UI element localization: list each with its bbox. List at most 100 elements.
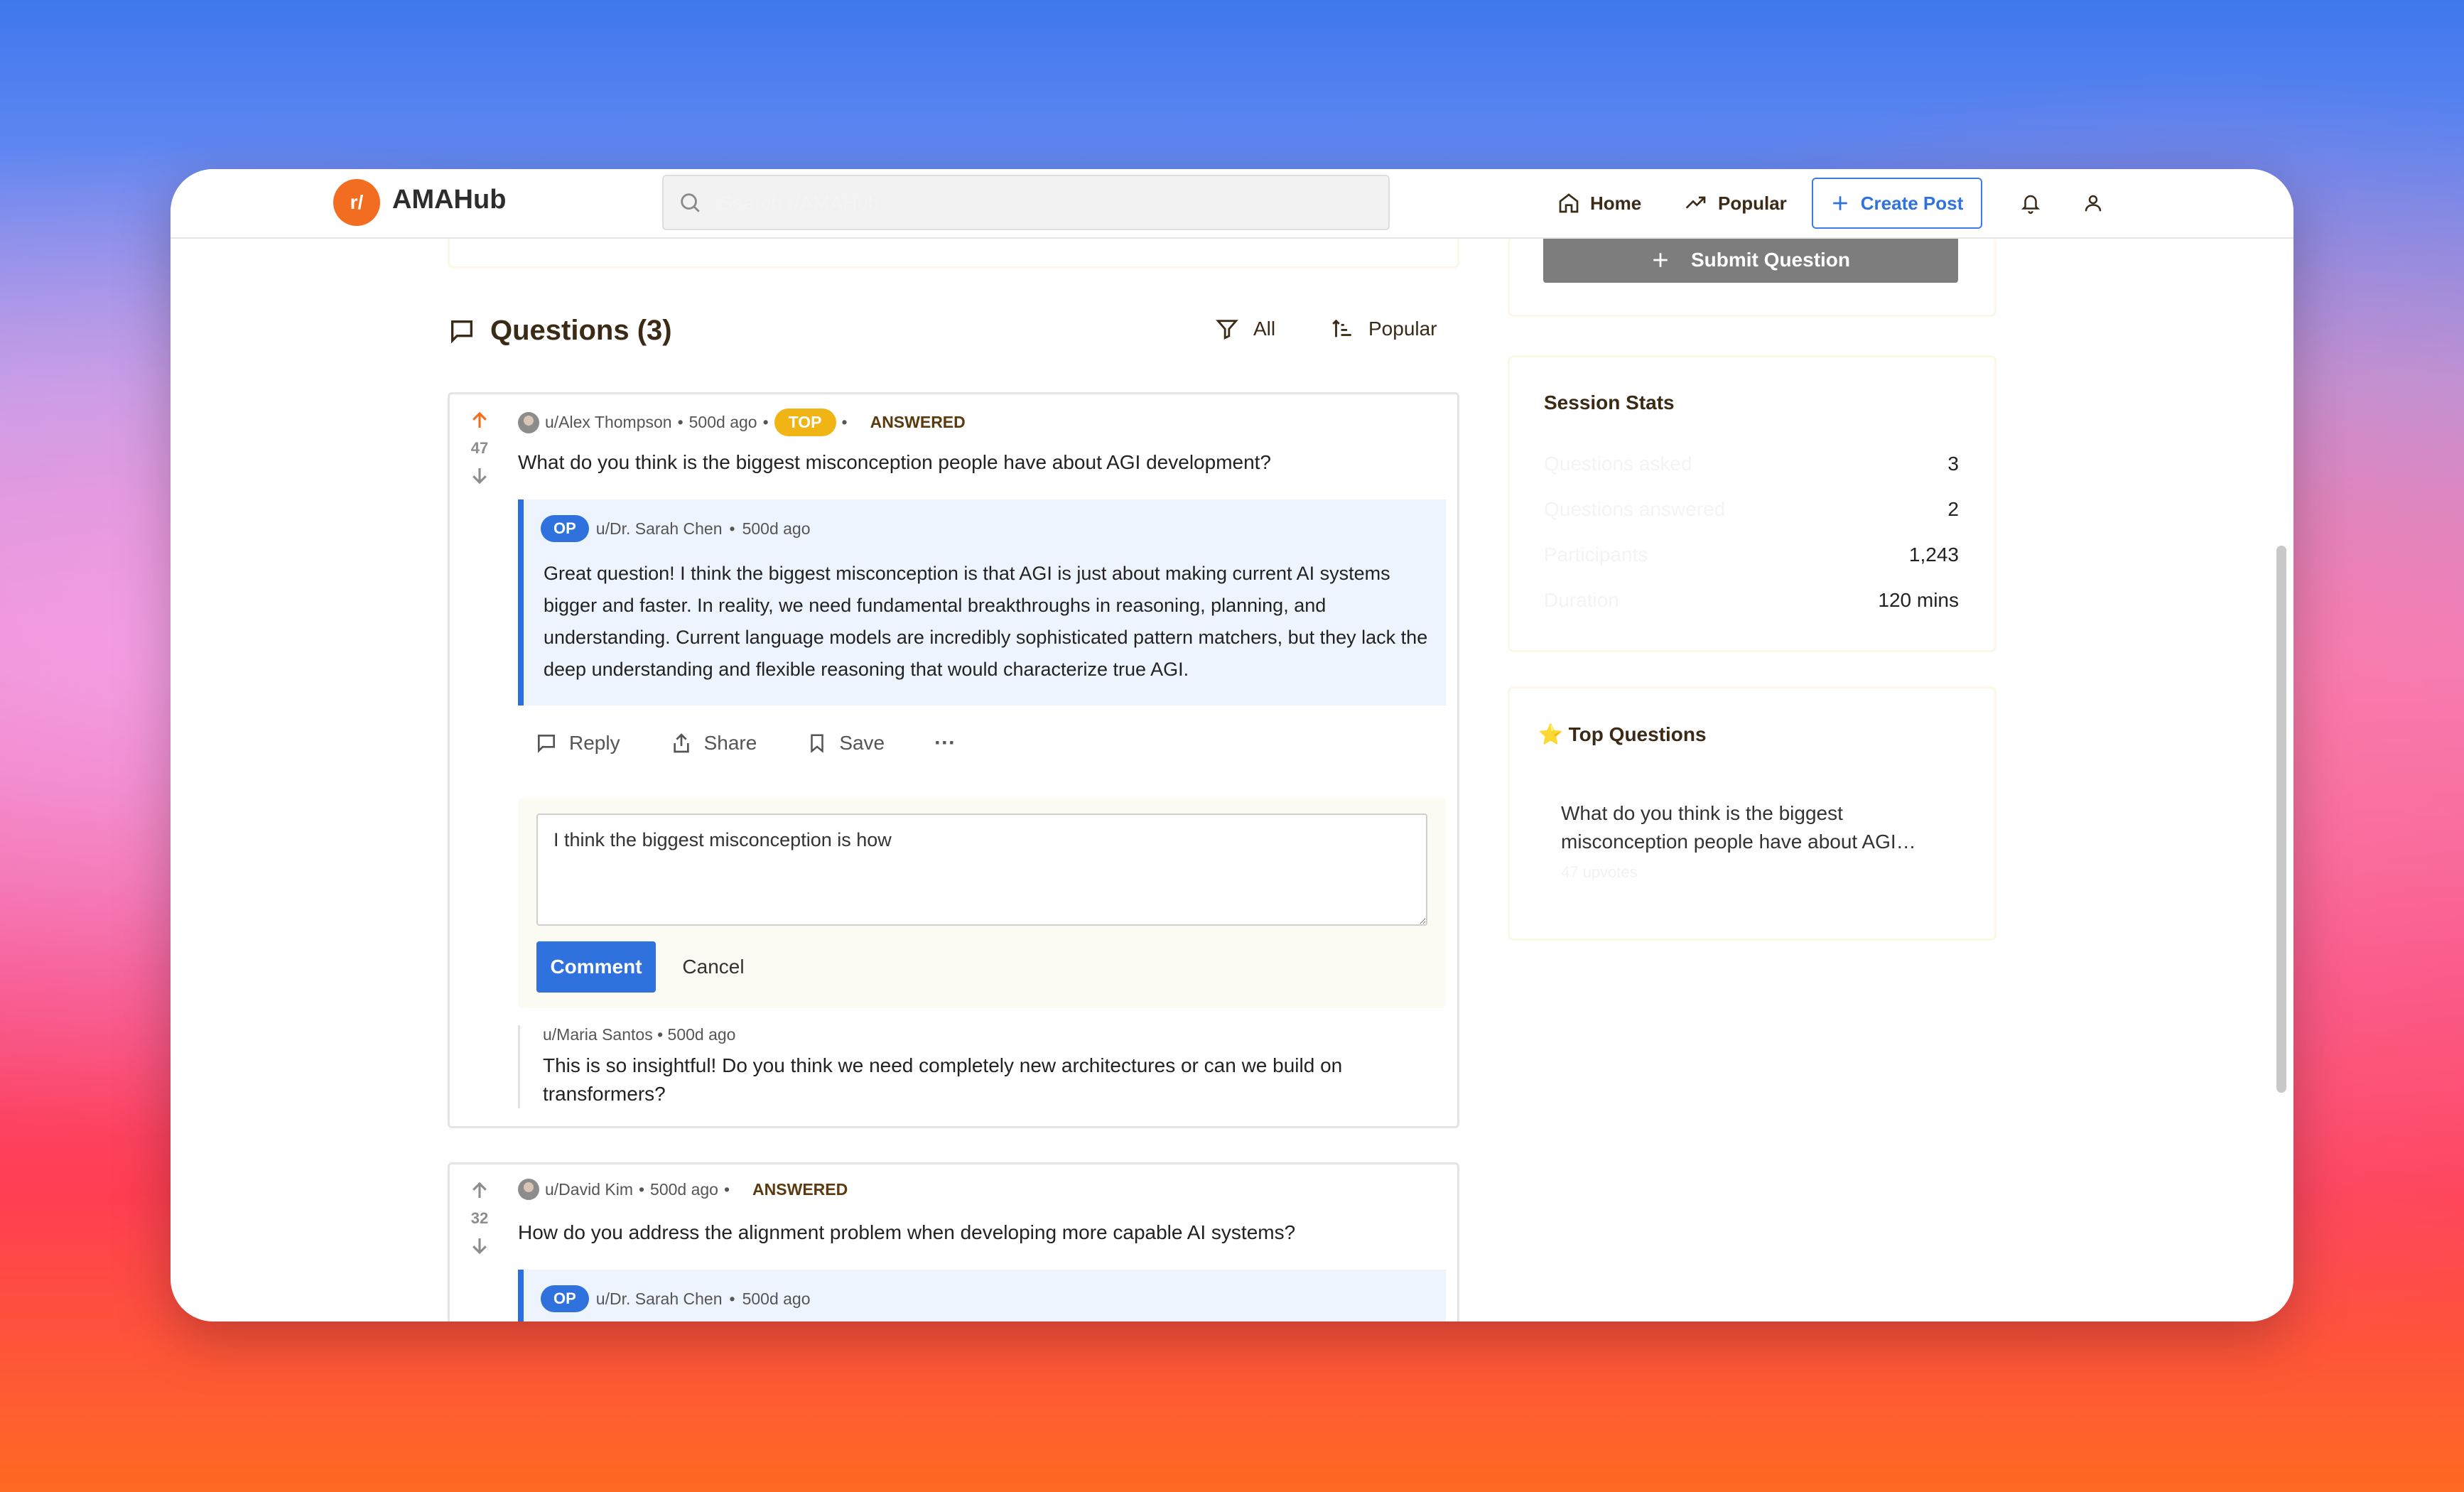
create-post-label: Create Post	[1860, 192, 1964, 214]
question-author[interactable]: u/Alex Thompson	[545, 413, 672, 432]
meta-separator: •	[729, 519, 735, 538]
stat-value: 120 mins	[1878, 589, 1959, 611]
answer-author[interactable]: u/Dr. Sarah Chen	[596, 519, 723, 539]
stat-row: Questions asked 3	[1544, 453, 1959, 475]
scrollbar[interactable]	[2276, 546, 2286, 1093]
stat-label: Participants	[1544, 544, 1648, 566]
search-bar[interactable]	[662, 175, 1390, 230]
comment-author[interactable]: u/Maria Santos	[543, 1025, 653, 1044]
questions-title: Questions (3)	[490, 315, 672, 346]
avatar[interactable]	[518, 1179, 539, 1200]
stat-label: Questions answered	[1544, 498, 1726, 520]
submit-question-label: Submit Question	[1691, 249, 1850, 271]
question-meta: u/David Kim • 500d ago • ANSWERED	[518, 1179, 848, 1200]
sort-popular-button[interactable]: Popular	[1330, 317, 1437, 341]
session-stats-title: Session Stats	[1544, 391, 1675, 413]
comment-submit-button[interactable]: Comment	[536, 941, 656, 993]
bookmark-icon	[811, 734, 824, 753]
meta-separator: •	[723, 1179, 730, 1199]
stat-value: 2	[1947, 498, 1959, 520]
top-question-link[interactable]: What do you think is the biggest misconc…	[1561, 799, 1930, 856]
plus-icon	[1653, 253, 1668, 267]
answered-status: ANSWERED	[870, 413, 966, 431]
stat-row: Duration 120 mins	[1544, 589, 1959, 612]
question-time: 500d ago	[650, 1179, 718, 1199]
reply-form: Comment Cancel	[518, 798, 1446, 1008]
question-time: 500d ago	[688, 413, 757, 431]
meta-separator: •	[841, 413, 848, 431]
upvote-icon[interactable]	[469, 1180, 490, 1201]
cancel-button[interactable]: Cancel	[667, 941, 760, 993]
vote-column: 32	[450, 1180, 509, 1260]
question-card: 32 u/David Kim • 500d ago • ANSWERED How…	[448, 1162, 1459, 1321]
comment-time: 500d ago	[667, 1025, 736, 1044]
bell-icon	[2021, 195, 2041, 214]
question-meta: u/Alex Thompson • 500d ago • TOP • ANSWE…	[518, 409, 966, 436]
notifications-button[interactable]	[2016, 189, 2045, 217]
save-button[interactable]: Save	[806, 732, 885, 755]
home-icon	[1559, 193, 1579, 213]
answer-text: Great question! I think the biggest misc…	[544, 563, 1428, 680]
top-questions-title: Top Questions	[1568, 723, 1707, 745]
share-label: Share	[703, 732, 757, 754]
reply-icon	[538, 735, 555, 753]
filter-all-label: All	[1253, 318, 1276, 340]
app-name[interactable]: AMAHub	[392, 185, 506, 215]
profile-button[interactable]	[2079, 189, 2107, 217]
vote-count: 32	[470, 1209, 489, 1227]
top-questions-card: ⭐ Top Questions What do you think is the…	[1508, 686, 1996, 941]
trending-icon	[1685, 196, 1706, 209]
stat-label: Questions asked	[1544, 453, 1692, 475]
answer-meta: OP u/Dr. Sarah Chen • 500d ago	[541, 515, 811, 542]
reply-textarea[interactable]	[536, 813, 1427, 926]
answer-author[interactable]: u/Dr. Sarah Chen	[596, 1290, 723, 1309]
stat-value: 3	[1947, 453, 1959, 475]
session-card-bottom	[448, 237, 1459, 269]
op-answer: OP u/Dr. Sarah Chen • 500d ago Great que…	[518, 499, 1446, 706]
nav-home-label: Home	[1590, 192, 1642, 214]
question-text[interactable]: What do you think is the biggest misconc…	[518, 451, 1271, 474]
vote-count: 47	[470, 439, 489, 457]
filter-all-button[interactable]: All	[1215, 317, 1275, 341]
top-question-votes: 47 upvotes	[1561, 863, 1638, 881]
top-header: r/ AMAHub Home Popular Create Post	[171, 169, 2293, 239]
plus-icon	[1833, 196, 1847, 210]
upvote-icon[interactable]	[469, 410, 490, 431]
submit-question-button[interactable]: Submit Question	[1543, 237, 1958, 283]
search-icon	[681, 193, 700, 212]
top-badge: TOP	[774, 409, 836, 436]
logo-icon[interactable]: r/	[333, 179, 380, 226]
stat-label: Duration	[1544, 589, 1619, 611]
op-badge: OP	[541, 515, 589, 542]
comment-text: This is so insightful! Do you think we n…	[543, 1054, 1343, 1105]
question-text[interactable]: How do you address the alignment problem…	[518, 1221, 1295, 1244]
sort-icon	[1332, 319, 1351, 337]
nav-popular[interactable]: Popular	[1684, 186, 1787, 220]
search-input[interactable]	[718, 186, 1360, 220]
nav-popular-label: Popular	[1718, 192, 1787, 214]
avatar[interactable]	[518, 411, 539, 433]
create-post-button[interactable]: Create Post	[1812, 178, 1982, 229]
reply-label: Reply	[569, 732, 620, 754]
reply-button[interactable]: Reply	[535, 732, 620, 755]
nav-home[interactable]: Home	[1557, 186, 1641, 220]
user-icon	[2085, 195, 2102, 212]
question-author[interactable]: u/David Kim	[545, 1180, 633, 1199]
star-icon: ⭐	[1538, 723, 1563, 745]
comment-thread-item: u/Maria Santos • 500d ago This is so ins…	[518, 1025, 1445, 1108]
share-icon	[673, 733, 689, 753]
vote-column: 47	[450, 410, 509, 490]
top-questions-heading: ⭐ Top Questions	[1538, 723, 1707, 746]
downvote-icon[interactable]	[469, 1235, 490, 1256]
share-button[interactable]: Share	[670, 732, 757, 755]
stat-row: Questions answered 2	[1544, 498, 1959, 521]
session-stats-card: Session Stats Questions asked 3 Question…	[1508, 355, 1996, 652]
answer-meta: OP u/Dr. Sarah Chen • 500d ago	[541, 1285, 811, 1312]
action-bar: Reply Share Save ···	[535, 731, 1005, 755]
stat-row: Participants 1,243	[1544, 544, 1959, 566]
save-label: Save	[839, 732, 885, 754]
downvote-icon[interactable]	[469, 465, 490, 486]
more-options-button[interactable]: ···	[934, 731, 956, 755]
comment-icon	[451, 320, 472, 343]
stat-value: 1,243	[1908, 544, 1959, 566]
